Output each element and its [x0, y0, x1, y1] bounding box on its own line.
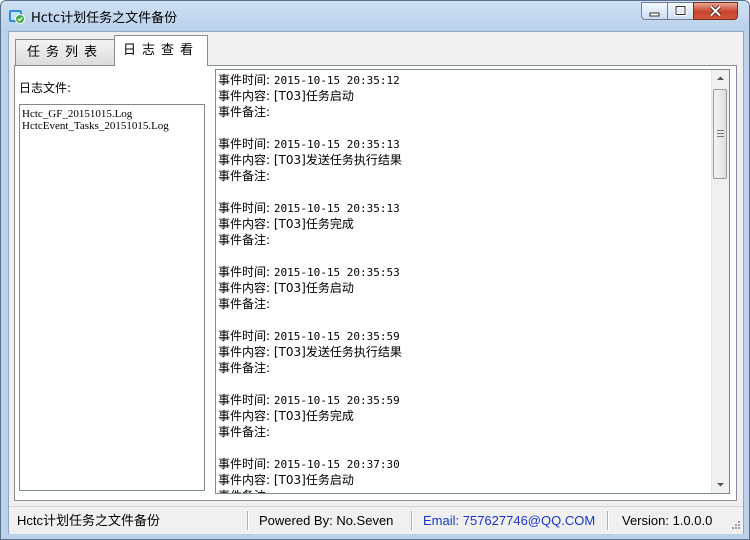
event-time: 2015-10-15 20:35:12	[273, 74, 400, 87]
event-time: 2015-10-15 20:35:13	[273, 202, 400, 215]
log-entry: 事件时间: 2015-10-15 20:35:59 事件内容: [T03]任务完…	[218, 392, 708, 456]
note-label: 事件备注:	[218, 169, 271, 183]
time-label: 事件时间:	[218, 201, 271, 215]
time-label: 事件时间:	[218, 137, 271, 151]
log-entry: 事件时间: 2015-10-15 20:37:30 事件内容: [T03]任务启…	[218, 456, 708, 493]
status-version: Version: 1.0.0.0	[622, 513, 713, 528]
content-label: 事件内容:	[218, 281, 271, 295]
status-app-name: Hctc计划任务之文件备份	[17, 513, 161, 528]
tab-log-view[interactable]: 日志查看	[114, 35, 208, 66]
status-bar: Hctc计划任务之文件备份 Powered By: No.Seven Email…	[9, 506, 743, 534]
time-label: 事件时间:	[218, 329, 271, 343]
window-title: Hctc计划任务之文件备份	[31, 11, 178, 26]
event-content: [T03]任务启动	[273, 281, 354, 295]
event-time: 2015-10-15 20:35:59	[273, 394, 400, 407]
client-area: 任务列表 日志查看 日志文件: Hctc_GF_20151015.Log Hct…	[8, 31, 744, 534]
close-button[interactable]	[693, 2, 738, 20]
time-label: 事件时间:	[218, 457, 271, 471]
note-label: 事件备注:	[218, 361, 271, 375]
minimize-button[interactable]	[641, 2, 668, 20]
status-powered-by: Powered By: No.Seven	[259, 513, 394, 528]
log-files-label: 日志文件:	[19, 81, 72, 95]
maximize-button[interactable]	[667, 2, 694, 20]
note-label: 事件备注:	[218, 425, 271, 439]
list-item[interactable]: HctcEvent_Tasks_20151015.Log	[22, 120, 202, 132]
event-content: [T03]任务启动	[273, 473, 354, 487]
time-label: 事件时间:	[218, 73, 271, 87]
note-label: 事件备注:	[218, 297, 271, 311]
event-time: 2015-10-15 20:35:53	[273, 266, 400, 279]
scroll-down-arrow-icon[interactable]	[712, 476, 729, 493]
log-entry: 事件时间: 2015-10-15 20:35:13 事件内容: [T03]任务完…	[218, 200, 708, 264]
event-content: [T03]任务启动	[273, 89, 354, 103]
status-divider	[247, 511, 249, 530]
log-entry: 事件时间: 2015-10-15 20:35:12 事件内容: [T03]任务启…	[218, 72, 708, 136]
note-label: 事件备注:	[218, 489, 270, 493]
log-view-panel: 日志文件: Hctc_GF_20151015.Log HctcEvent_Tas…	[14, 65, 737, 501]
log-textbox[interactable]: 事件时间: 2015-10-15 20:35:12 事件内容: [T03]任务启…	[215, 69, 730, 494]
status-divider	[607, 511, 609, 530]
log-entry: 事件时间: 2015-10-15 20:35:53 事件内容: [T03]任务启…	[218, 264, 708, 328]
tab-task-list[interactable]: 任务列表	[15, 39, 115, 65]
content-label: 事件内容:	[218, 345, 271, 359]
time-label: 事件时间:	[218, 265, 271, 279]
log-file-list[interactable]: Hctc_GF_20151015.Log HctcEvent_Tasks_201…	[19, 104, 205, 491]
main-window: Hctc计划任务之文件备份 任务列表 日志查看 日志文件: Hctc_GF_20…	[0, 0, 750, 540]
vertical-scrollbar[interactable]	[711, 70, 729, 493]
close-icon	[709, 5, 722, 17]
content-label: 事件内容:	[218, 217, 271, 231]
event-time: 2015-10-15 20:35:13	[273, 138, 400, 151]
content-label: 事件内容:	[218, 89, 271, 103]
list-item[interactable]: Hctc_GF_20151015.Log	[22, 108, 202, 120]
app-icon	[9, 10, 25, 24]
note-label: 事件备注:	[218, 105, 271, 119]
event-content: [T03]发送任务执行结果	[273, 153, 402, 167]
content-label: 事件内容:	[218, 473, 271, 487]
title-bar[interactable]: Hctc计划任务之文件备份	[1, 1, 749, 31]
time-label: 事件时间:	[218, 393, 271, 407]
event-content: [T03]发送任务执行结果	[273, 345, 402, 359]
log-content: 事件时间: 2015-10-15 20:35:12 事件内容: [T03]任务启…	[218, 72, 708, 493]
event-time: 2015-10-15 20:35:59	[273, 330, 400, 343]
maximize-icon	[674, 5, 687, 16]
note-label: 事件备注:	[218, 233, 271, 247]
status-email: Email: 757627746@QQ.COM	[423, 513, 596, 528]
content-label: 事件内容:	[218, 409, 271, 423]
resize-grip-icon[interactable]	[729, 520, 741, 532]
event-time: 2015-10-15 20:37:30	[273, 458, 400, 471]
scroll-up-arrow-icon[interactable]	[712, 70, 729, 87]
event-content: [T03]任务完成	[273, 217, 354, 231]
event-content: [T03]任务完成	[273, 409, 354, 423]
log-entry: 事件时间: 2015-10-15 20:35:13 事件内容: [T03]发送任…	[218, 136, 708, 200]
log-entry: 事件时间: 2015-10-15 20:35:59 事件内容: [T03]发送任…	[218, 328, 708, 392]
content-label: 事件内容:	[218, 153, 271, 167]
minimize-icon	[649, 12, 660, 17]
scrollbar-thumb[interactable]	[713, 89, 727, 179]
status-divider	[411, 511, 413, 530]
